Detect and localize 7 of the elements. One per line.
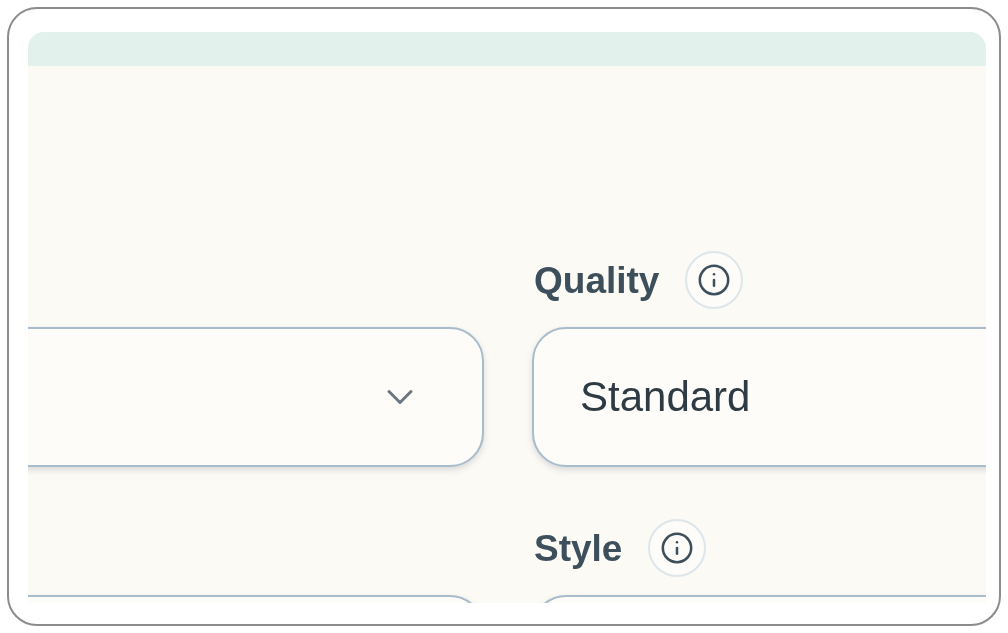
field-value: Standard xyxy=(580,376,751,418)
field-label: Style xyxy=(534,529,623,567)
input-field[interactable]: Standard xyxy=(532,327,986,467)
info-icon xyxy=(697,263,732,297)
field-label: Quality xyxy=(534,261,660,299)
info-icon xyxy=(660,531,695,565)
dropdown-field[interactable] xyxy=(28,327,484,467)
